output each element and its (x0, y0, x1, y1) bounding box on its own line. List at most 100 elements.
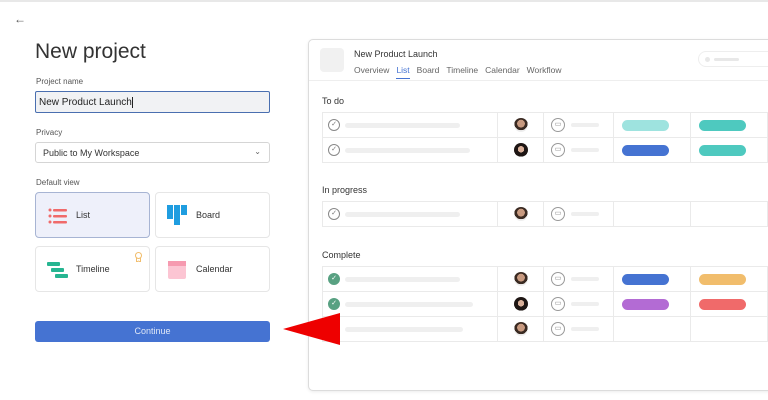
premium-badge-icon (135, 252, 142, 262)
assignee-cell (498, 202, 544, 226)
avatar (514, 297, 528, 311)
avatar (514, 118, 528, 132)
date-placeholder (571, 327, 599, 331)
task-row: ✓ ▭ (322, 202, 768, 227)
view-option-label: List (76, 210, 91, 220)
assignee-cell (498, 292, 544, 316)
calendar-icon (168, 261, 186, 279)
preview-tab-list: List (396, 65, 410, 79)
tag-cell (691, 317, 768, 341)
tag-cell (614, 292, 691, 316)
preview-tab-timeline: Timeline (446, 65, 479, 75)
preview-tabs: Overview List Board Timeline Calendar Workflo… (354, 65, 561, 79)
timeline-icon (47, 262, 68, 278)
task-table: ✓ ▭ ✓ ▭ ✓ ▭ (322, 266, 768, 342)
tag-pill (622, 145, 669, 156)
section-heading: Complete (322, 250, 361, 260)
check-circle-icon: ✓ (328, 298, 340, 310)
due-date-cell: ▭ (544, 113, 614, 137)
project-name-input[interactable]: New Product Launch (35, 91, 270, 113)
project-icon-placeholder (320, 48, 344, 72)
task-row: ✓ ▭ (322, 292, 768, 317)
tag-cell (691, 138, 768, 162)
task-cell: ✓ (323, 267, 498, 291)
task-cell: ✓ (323, 113, 498, 137)
task-name-placeholder (345, 302, 473, 307)
tag-cell (614, 202, 691, 226)
task-row: ✓ ▭ (322, 113, 768, 138)
tag-cell (614, 113, 691, 137)
default-view-label: Default view (36, 178, 80, 187)
section-heading: To do (322, 96, 345, 106)
calendar-icon: ▭ (551, 143, 565, 157)
task-cell: ✓ (323, 292, 498, 316)
date-placeholder (571, 302, 599, 306)
preview-tab-overview: Overview (354, 65, 390, 75)
preview-header: New Product Launch Overview List Board Time… (309, 40, 768, 81)
assignee-cell (498, 138, 544, 162)
avatar (514, 272, 528, 286)
view-option-list[interactable]: List (35, 192, 150, 238)
task-name-placeholder (345, 277, 460, 282)
calendar-icon: ▭ (551, 272, 565, 286)
tag-cell (614, 317, 691, 341)
due-date-cell: ▭ (544, 202, 614, 226)
check-circle-icon: ✓ (328, 119, 340, 131)
date-placeholder (571, 123, 599, 127)
due-date-cell: ▭ (544, 267, 614, 291)
task-row: ✓ ▭ (322, 317, 768, 342)
preview-tab-calendar: Calendar (485, 65, 520, 75)
date-placeholder (571, 212, 599, 216)
text-caret (131, 97, 133, 108)
top-border (0, 0, 768, 2)
tag-pill (699, 145, 746, 156)
view-option-label: Board (196, 210, 221, 220)
check-circle-icon: ✓ (328, 208, 340, 220)
date-placeholder (571, 277, 599, 281)
task-name-placeholder (345, 212, 460, 217)
tag-cell (691, 292, 768, 316)
avatar (514, 322, 528, 336)
tag-pill (699, 274, 746, 285)
preview-tab-workflow: Workflow (526, 65, 562, 75)
task-row: ✓ ▭ (322, 267, 768, 292)
view-option-timeline[interactable]: Timeline (35, 246, 150, 292)
view-option-calendar[interactable]: Calendar (155, 246, 270, 292)
date-placeholder (571, 148, 599, 152)
view-option-label: Calendar (196, 264, 233, 274)
tag-pill (622, 120, 669, 131)
calendar-icon: ▭ (551, 207, 565, 221)
assignee-cell (498, 267, 544, 291)
tag-cell (691, 113, 768, 137)
assignee-cell (498, 113, 544, 137)
tag-cell (614, 138, 691, 162)
assignee-cell (498, 317, 544, 341)
task-cell: ✓ (323, 138, 498, 162)
tag-cell (691, 202, 768, 226)
preview-search-placeholder (698, 51, 768, 67)
tag-cell (691, 267, 768, 291)
privacy-value: Public to My Workspace (43, 148, 140, 158)
due-date-cell: ▭ (544, 292, 614, 316)
task-name-placeholder (345, 148, 470, 153)
tag-pill (699, 120, 746, 131)
calendar-icon: ▭ (551, 297, 565, 311)
continue-button[interactable]: Continue (35, 321, 270, 342)
project-name-label: Project name (36, 77, 84, 86)
calendar-icon: ▭ (551, 322, 565, 336)
project-preview: New Product Launch Overview List Board Time… (308, 39, 768, 391)
back-arrow-icon[interactable]: ← (14, 12, 26, 26)
list-icon (48, 208, 67, 224)
preview-project-title: New Product Launch (354, 49, 438, 59)
task-cell: ✓ (323, 202, 498, 226)
due-date-cell: ▭ (544, 317, 614, 341)
task-table: ✓ ▭ (322, 201, 768, 227)
view-option-label: Timeline (76, 264, 110, 274)
task-name-placeholder (345, 123, 460, 128)
avatar (514, 143, 528, 157)
privacy-select[interactable]: Public to My Workspace ⌄ (35, 142, 270, 163)
privacy-label: Privacy (36, 128, 63, 137)
due-date-cell: ▭ (544, 138, 614, 162)
tag-cell (614, 267, 691, 291)
view-option-board[interactable]: Board (155, 192, 270, 238)
